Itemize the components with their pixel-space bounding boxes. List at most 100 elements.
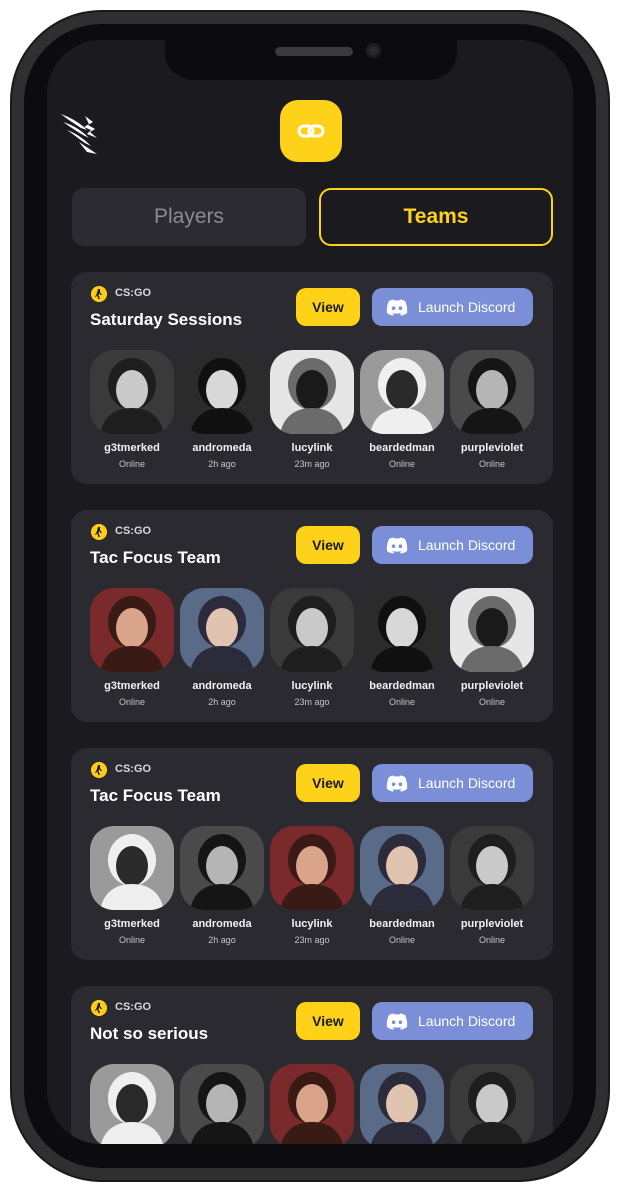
discord-icon — [386, 775, 408, 792]
member-item[interactable]: lucylink 23m ago — [270, 350, 354, 474]
game-label: CS:GO — [115, 1001, 152, 1013]
launch-discord-button[interactable]: Launch Discord — [372, 288, 533, 326]
tab-players[interactable]: Players — [72, 188, 306, 246]
speaker — [275, 47, 353, 56]
app-screen: Players Teams CS:GO Saturday Sessions View… — [47, 40, 573, 1144]
member-name: g3tmerked — [104, 442, 160, 454]
launch-discord-label: Launch Discord — [418, 1013, 516, 1029]
member-item[interactable]: andromeda 2h ago — [180, 826, 264, 950]
member-status: Online — [118, 459, 145, 469]
member-status: Online — [478, 935, 505, 945]
member-name: beardedman — [369, 442, 435, 454]
member-name: andromeda — [192, 442, 252, 454]
member-item[interactable] — [450, 1064, 534, 1144]
member-item[interactable]: lucylink 23m ago — [270, 826, 354, 950]
member-name: andromeda — [192, 918, 252, 930]
member-item[interactable] — [360, 1064, 444, 1144]
launch-discord-button[interactable]: Launch Discord — [372, 1002, 533, 1040]
member-item[interactable]: purpleviolet Online — [450, 350, 534, 474]
avatar — [180, 350, 264, 434]
phone-notch — [165, 38, 457, 80]
team-card: CS:GO Tac Focus Team View Launch Discord g3t… — [71, 748, 553, 960]
member-item[interactable] — [270, 1064, 354, 1144]
avatar — [90, 1064, 174, 1144]
member-item[interactable] — [180, 1064, 264, 1144]
csgo-icon — [91, 762, 107, 778]
avatar — [450, 826, 534, 910]
member-status: Online — [388, 935, 415, 945]
member-status: 23m ago — [294, 935, 330, 945]
member-list: g3tmerked Online andromeda 2h ago lucylink 23… — [90, 826, 534, 950]
avatar — [180, 826, 264, 910]
member-item[interactable]: purpleviolet Online — [450, 826, 534, 950]
member-name: purpleviolet — [460, 442, 524, 454]
avatar — [360, 588, 444, 672]
member-status: 2h ago — [208, 459, 236, 469]
view-button[interactable]: View — [296, 288, 360, 326]
wing-logo-icon — [57, 108, 105, 156]
avatar — [180, 588, 264, 672]
member-status: 23m ago — [294, 459, 330, 469]
member-status: 23m ago — [294, 697, 330, 707]
avatar — [180, 1064, 264, 1144]
launch-discord-label: Launch Discord — [418, 775, 516, 791]
member-status: 2h ago — [208, 935, 236, 945]
view-button[interactable]: View — [296, 526, 360, 564]
member-item[interactable]: andromeda 2h ago — [180, 350, 264, 474]
avatar — [270, 826, 354, 910]
team-name: Saturday Sessions — [90, 310, 243, 329]
team-card: CS:GO Saturday Sessions View Launch Discord… — [71, 272, 553, 484]
member-status: 2h ago — [208, 697, 236, 707]
tab-teams[interactable]: Teams — [319, 188, 553, 246]
member-item[interactable]: g3tmerked Online — [90, 588, 174, 712]
member-item[interactable]: lucylink 23m ago — [270, 588, 354, 712]
view-button[interactable]: View — [296, 764, 360, 802]
member-name: g3tmerked — [104, 918, 160, 930]
member-status: Online — [478, 459, 505, 469]
member-item[interactable]: beardedman Online — [360, 826, 444, 950]
team-name: Tac Focus Team — [90, 548, 221, 567]
team-name: Not so serious — [90, 1024, 209, 1043]
avatar — [90, 588, 174, 672]
game-label: CS:GO — [115, 763, 152, 775]
avatar — [90, 350, 174, 434]
member-item[interactable]: g3tmerked Online — [90, 826, 174, 950]
discord-icon — [386, 537, 408, 554]
view-button[interactable]: View — [296, 1002, 360, 1040]
discord-icon — [386, 299, 408, 316]
member-name: lucylink — [291, 442, 333, 454]
game-label: CS:GO — [115, 287, 152, 299]
avatar — [360, 826, 444, 910]
member-item[interactable] — [90, 1064, 174, 1144]
avatar — [270, 1064, 354, 1144]
member-name: g3tmerked — [104, 680, 160, 692]
avatar — [90, 826, 174, 910]
member-status: Online — [118, 697, 145, 707]
launch-discord-button[interactable]: Launch Discord — [372, 764, 533, 802]
member-list — [90, 1064, 534, 1144]
csgo-icon — [91, 524, 107, 540]
member-item[interactable]: g3tmerked Online — [90, 350, 174, 474]
member-item[interactable]: beardedman Online — [360, 350, 444, 474]
member-status: Online — [388, 459, 415, 469]
member-item[interactable]: beardedman Online — [360, 588, 444, 712]
avatar — [270, 350, 354, 434]
avatar — [450, 1064, 534, 1144]
link-button[interactable] — [280, 100, 342, 162]
member-status: Online — [118, 935, 145, 945]
member-item[interactable]: andromeda 2h ago — [180, 588, 264, 712]
csgo-icon — [91, 286, 107, 302]
member-name: purpleviolet — [460, 918, 524, 930]
avatar — [360, 350, 444, 434]
avatar — [450, 350, 534, 434]
launch-discord-label: Launch Discord — [418, 537, 516, 553]
member-item[interactable]: purpleviolet Online — [450, 588, 534, 712]
camera — [366, 43, 381, 58]
launch-discord-button[interactable]: Launch Discord — [372, 526, 533, 564]
member-name: andromeda — [192, 680, 252, 692]
member-name: beardedman — [369, 918, 435, 930]
member-name: beardedman — [369, 680, 435, 692]
team-name: Tac Focus Team — [90, 786, 221, 805]
avatar — [450, 588, 534, 672]
csgo-icon — [91, 1000, 107, 1016]
